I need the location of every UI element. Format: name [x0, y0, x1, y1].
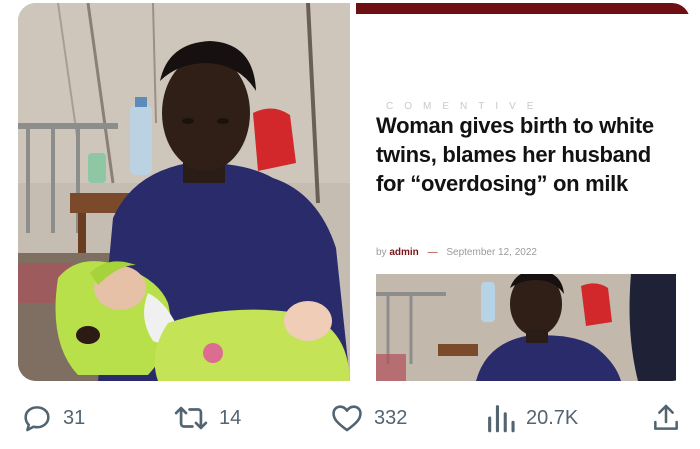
article-screenshot[interactable]: COMENTIVE Woman gives birth to white twi… — [356, 3, 690, 381]
thumbnail-scene — [376, 274, 676, 381]
reply-button[interactable]: 31 — [20, 395, 85, 441]
views-count: 20.7K — [526, 406, 579, 429]
share-icon — [650, 401, 682, 435]
views-button[interactable]: 20.7K — [485, 395, 578, 441]
photo-scene — [18, 3, 350, 381]
repost-button[interactable]: 14 — [172, 395, 241, 441]
reply-icon — [20, 401, 54, 435]
post-media-card[interactable]: COMENTIVE Woman gives birth to white twi… — [18, 3, 690, 381]
reply-count: 31 — [63, 406, 86, 429]
repost-count: 14 — [219, 406, 242, 429]
post-actions-bar: 31 14 332 20.7K — [0, 395, 700, 441]
share-button[interactable] — [650, 395, 682, 441]
repost-icon — [172, 401, 210, 435]
site-header-bar — [356, 3, 690, 14]
photo-mother-twins[interactable] — [18, 3, 350, 381]
byline-separator: — — [427, 247, 438, 258]
like-count: 332 — [374, 406, 408, 429]
article-headline: Woman gives birth to white twins, blames… — [376, 113, 654, 196]
heart-icon — [329, 401, 365, 435]
article-byline: by admin — September 12, 2022 — [376, 247, 537, 258]
like-button[interactable]: 332 — [329, 395, 407, 441]
views-icon — [485, 401, 517, 435]
byline-author[interactable]: admin — [389, 247, 418, 258]
byline-date: September 12, 2022 — [446, 247, 537, 258]
article-thumbnail — [376, 274, 676, 381]
byline-prefix: by — [376, 247, 387, 258]
